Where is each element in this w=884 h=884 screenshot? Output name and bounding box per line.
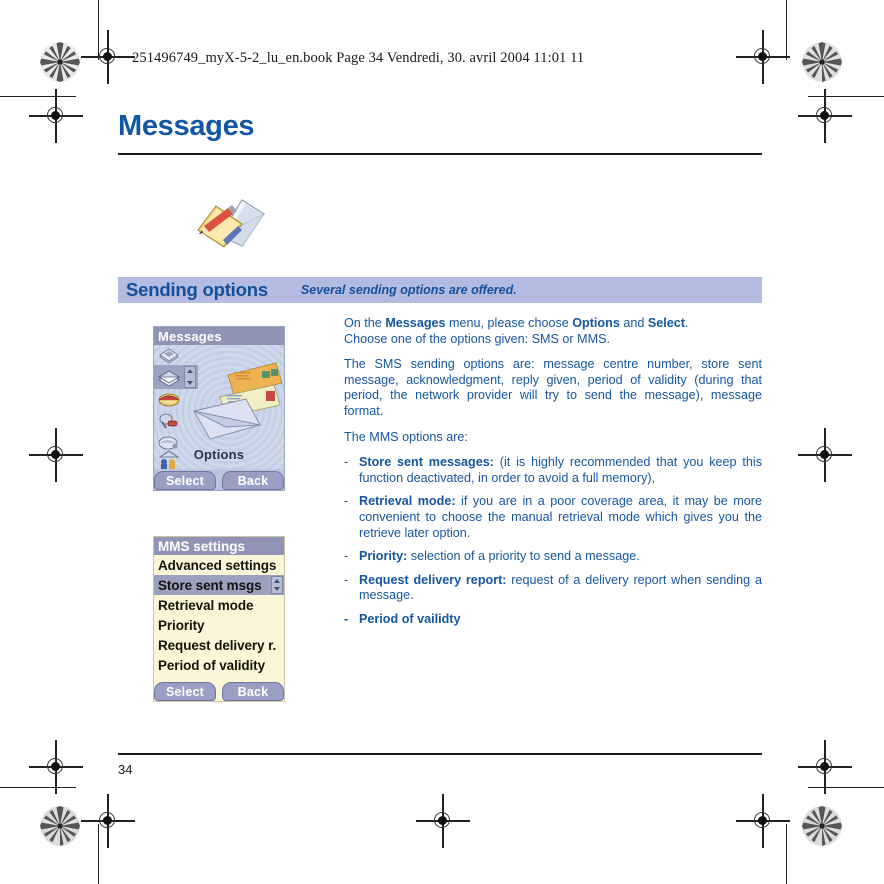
trim-line-bottom-left-v <box>98 824 100 884</box>
phone-softkey-bar: Select Back <box>154 469 284 490</box>
softkey-back[interactable]: Back <box>222 471 284 490</box>
menu-item-priority[interactable]: Priority <box>154 615 284 635</box>
intro-bold-options: Options <box>572 316 620 330</box>
phone-options-label: Options <box>193 447 245 462</box>
body-text-column: On the Messages menu, please choose Opti… <box>344 316 762 636</box>
footer-divider <box>118 753 762 755</box>
list-item: - Request delivery report: request of a d… <box>344 573 762 604</box>
intro-text-3: and <box>619 316 648 330</box>
list-term: Priority: <box>359 549 408 564</box>
registration-mark-upper-left <box>29 89 83 143</box>
list-item: - Retrieval mode: if you are in a poor co… <box>344 494 762 541</box>
softkey-select[interactable]: Select <box>154 471 216 490</box>
intro-line-2: Choose one of the options given: SMS or … <box>344 331 611 346</box>
trim-line-bottom-right-h <box>808 787 884 789</box>
resolution-target-top-left <box>40 42 80 82</box>
trim-line-top-right-h <box>808 96 884 98</box>
phone-title-bar: MMS settings <box>154 537 284 555</box>
page-number: 34 <box>118 762 133 777</box>
list-term: Store sent messages: <box>359 455 494 470</box>
phone-softkey-bar: Select Back <box>154 679 284 701</box>
list-desc: selection of a priority to send a messag… <box>407 549 640 564</box>
mms-options-heading: The MMS options are: <box>344 429 468 444</box>
screenshot-mms-settings: MMS settings Advanced settings Store sen… <box>153 536 285 702</box>
intro-text-4: . <box>684 316 689 330</box>
trim-line-bottom-left-h <box>0 787 76 789</box>
registration-mark-top-inner-right <box>736 30 790 84</box>
mms-settings-menu: Advanced settings Store sent msgs Retrie… <box>154 555 284 675</box>
menu-item-label: Store sent msgs <box>158 577 262 593</box>
phone-canvas: Options <box>154 345 284 471</box>
menu-item-request-delivery-report[interactable]: Request delivery r. <box>154 635 284 655</box>
menu-item-store-sent-msgs[interactable]: Store sent msgs <box>154 575 284 595</box>
registration-mark-middle-right <box>798 428 852 482</box>
registration-mark-top-inner-left <box>81 30 135 84</box>
intro-bold-select: Select <box>647 316 685 330</box>
trim-line-left-v <box>98 0 100 60</box>
list-dash: - <box>344 611 349 626</box>
section-title: Sending options <box>126 279 268 300</box>
list-term: Retrieval mode: <box>359 494 456 509</box>
list-dash: - <box>344 455 349 470</box>
registration-mark-lower-left <box>29 740 83 794</box>
title-divider <box>118 153 762 155</box>
menu-item-retrieval-mode[interactable]: Retrieval mode <box>154 595 284 615</box>
softkey-select[interactable]: Select <box>154 682 216 701</box>
list-dash: - <box>344 494 349 509</box>
intro-text-1: On the <box>344 316 386 330</box>
resolution-target-bottom-left <box>40 806 80 846</box>
trim-line-top-left-h <box>0 96 76 98</box>
list-item: - Priority: selection of a priority to se… <box>344 549 762 565</box>
screenshot-messages-menu: Messages Options Select Back <box>153 326 285 491</box>
section-subtitle: Several sending options are offered. <box>300 283 517 297</box>
registration-mark-lower-right <box>798 740 852 794</box>
phone-title-bar: Messages <box>154 327 284 345</box>
mms-options-list: - Store sent messages: (it is highly reco… <box>344 455 762 627</box>
message-inbox-icon[interactable] <box>156 346 182 366</box>
resolution-target-top-right <box>802 42 842 82</box>
phone-scroll-spinner[interactable] <box>184 366 196 388</box>
registration-mark-middle-left <box>29 428 83 482</box>
section-banner: Sending options Several sending options … <box>118 277 762 303</box>
list-dash: - <box>344 549 349 564</box>
softkey-back[interactable]: Back <box>222 682 284 701</box>
menu-item-advanced-settings[interactable]: Advanced settings <box>154 555 284 575</box>
intro-bold-messages: Messages <box>385 316 446 330</box>
registration-mark-bottom-center <box>416 794 470 848</box>
menu-item-period-of-validity[interactable]: Period of validity <box>154 655 284 675</box>
list-term: Period of vailidty <box>359 611 461 626</box>
registration-mark-bottom-inner-right <box>736 794 790 848</box>
message-template-icon[interactable] <box>156 389 182 409</box>
list-term: Request delivery report: <box>359 572 507 587</box>
page-title: Messages <box>118 110 255 142</box>
resolution-target-bottom-right <box>802 806 842 846</box>
list-item: - Period of vailidty <box>344 612 762 628</box>
list-item: - Store sent messages: (it is highly reco… <box>344 455 762 486</box>
message-voicemail-icon[interactable] <box>156 411 182 431</box>
book-file-header: 251496749_myX-5-2_lu_en.book Page 34 Ven… <box>132 50 585 66</box>
intro-paragraph: On the Messages menu, please choose Opti… <box>344 316 762 347</box>
registration-mark-upper-right <box>798 89 852 143</box>
message-envelope-stack-icon[interactable] <box>156 367 182 387</box>
list-dash: - <box>344 572 349 587</box>
message-compose-icon <box>190 196 266 250</box>
sms-options-paragraph: The SMS sending options are: message cen… <box>344 357 762 418</box>
menu-scroll-spinner[interactable] <box>271 576 283 594</box>
intro-text-2: menu, please choose <box>445 316 573 330</box>
trim-line-right-v <box>786 0 788 60</box>
trim-line-bottom-right-v <box>786 824 788 884</box>
registration-mark-bottom-inner-left <box>81 794 135 848</box>
